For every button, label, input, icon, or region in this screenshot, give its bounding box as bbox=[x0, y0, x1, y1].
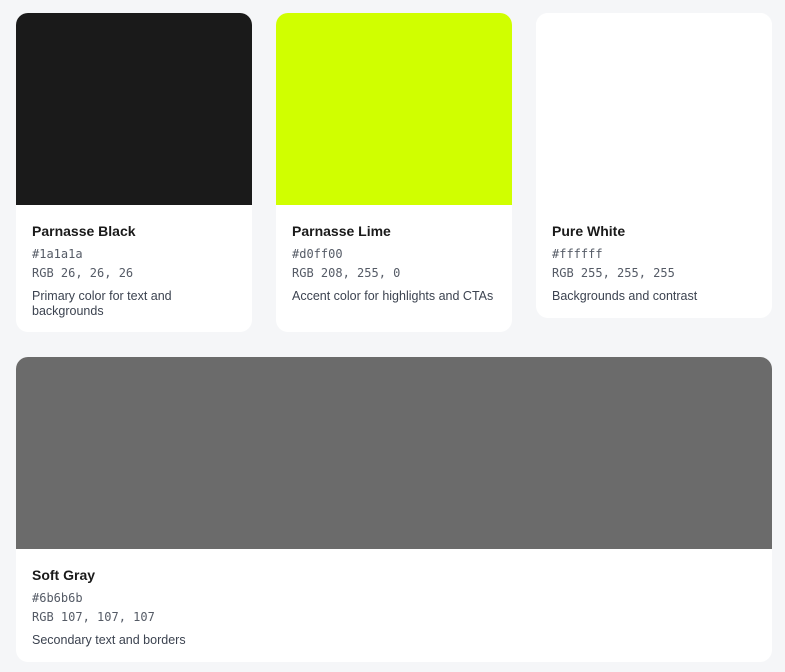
color-name: Soft Gray bbox=[32, 567, 96, 583]
color-rgb[interactable]: RGB 26, 26, 26 bbox=[32, 265, 236, 281]
color-card-parnasse-black[interactable]: Parnasse Black #1a1a1a RGB 26, 26, 26 Pr… bbox=[16, 13, 252, 332]
color-name: Parnasse Black bbox=[32, 223, 136, 239]
color-hex[interactable]: #6b6b6b bbox=[32, 590, 756, 606]
color-description: Secondary text and borders bbox=[32, 633, 186, 647]
color-rgb[interactable]: RGB 107, 107, 107 bbox=[32, 609, 756, 625]
color-info: Soft Gray #6b6b6b RGB 107, 107, 107 Seco… bbox=[16, 549, 772, 648]
color-description: Accent color for highlights and CTAs bbox=[292, 289, 494, 303]
color-name: Parnasse Lime bbox=[292, 223, 391, 239]
color-name: Pure White bbox=[552, 223, 626, 239]
color-rgb[interactable]: RGB 255, 255, 255 bbox=[552, 265, 756, 281]
color-card-soft-gray[interactable]: Soft Gray #6b6b6b RGB 107, 107, 107 Seco… bbox=[16, 357, 772, 662]
color-description: Backgrounds and contrast bbox=[552, 289, 698, 303]
color-swatch bbox=[16, 13, 252, 205]
color-swatch bbox=[16, 357, 772, 549]
color-hex[interactable]: #d0ff00 bbox=[292, 246, 496, 262]
color-info: Parnasse Black #1a1a1a RGB 26, 26, 26 Pr… bbox=[16, 205, 252, 319]
color-rgb[interactable]: RGB 208, 255, 0 bbox=[292, 265, 496, 281]
color-card-pure-white[interactable]: Pure White #ffffff RGB 255, 255, 255 Bac… bbox=[536, 13, 772, 318]
color-card-parnasse-lime[interactable]: Parnasse Lime #d0ff00 RGB 208, 255, 0 Ac… bbox=[276, 13, 512, 332]
color-info: Pure White #ffffff RGB 255, 255, 255 Bac… bbox=[536, 205, 772, 304]
color-hex[interactable]: #ffffff bbox=[552, 246, 756, 262]
color-info: Parnasse Lime #d0ff00 RGB 208, 255, 0 Ac… bbox=[276, 205, 512, 304]
color-description: Primary color for text and backgrounds bbox=[32, 289, 172, 318]
color-swatch bbox=[276, 13, 512, 205]
color-swatch bbox=[536, 13, 772, 205]
color-hex[interactable]: #1a1a1a bbox=[32, 246, 236, 262]
